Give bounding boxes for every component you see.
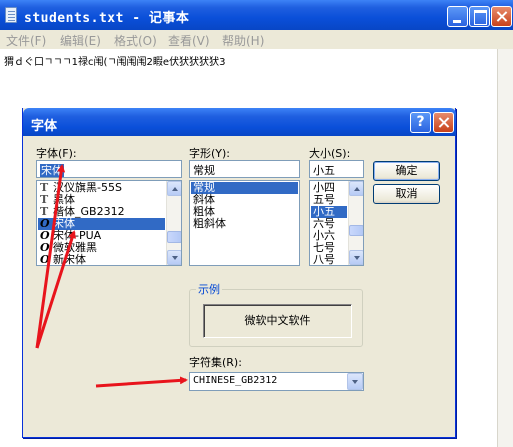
arrow-to-charset — [95, 376, 188, 388]
arrow-to-font-input — [35, 164, 66, 349]
annotation-overlay — [35, 164, 188, 388]
arrow-to-font-selection — [35, 230, 76, 349]
